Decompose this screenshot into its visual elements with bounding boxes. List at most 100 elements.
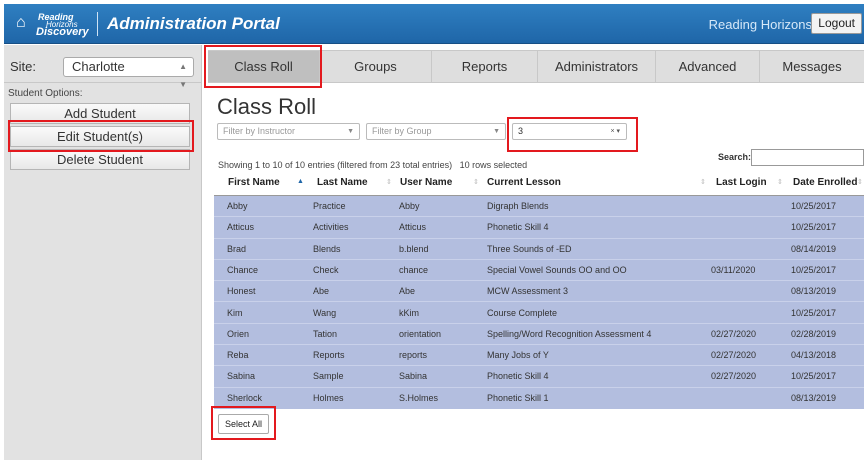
highlight-select-all-button: [211, 406, 276, 440]
tab-groups[interactable]: Groups: [320, 51, 432, 82]
cell-date-enrolled: 10/25/2017: [791, 371, 837, 382]
app-header: ⌂ Reading Horizons Discovery Administrat…: [4, 4, 864, 44]
logo-text-discovery: Discovery: [36, 26, 89, 38]
cell-last-login: 02/27/2020: [711, 371, 757, 382]
cell-date-enrolled: 04/13/2018: [791, 350, 837, 361]
col-last-name[interactable]: Last Name: [317, 177, 368, 188]
cell-current-lesson: Three Sounds of -ED: [487, 243, 572, 254]
cell-user-name: b.blend: [399, 243, 429, 254]
cell-current-lesson: Spelling/Word Recognition Assessment 4: [487, 328, 652, 339]
table-header: First Name ▲ Last Name ⇕ User Name ⇕ Cur…: [214, 171, 864, 196]
tab-administrators[interactable]: Administrators: [538, 51, 656, 82]
cell-last-login: 03/11/2020: [711, 264, 756, 275]
sort-icon: ⇕: [700, 179, 706, 186]
cell-first-name: Sabina: [227, 371, 256, 382]
cell-user-name: reports: [399, 350, 428, 361]
header-divider: [97, 12, 98, 36]
chevron-down-icon: ▲ ▼: [179, 62, 187, 89]
site-select-value: Charlotte: [72, 59, 125, 74]
highlight-level-filter: [507, 117, 638, 152]
cell-last-name: Blends: [313, 243, 341, 254]
table-row[interactable]: Kim Wang kKim Course Complete 10/25/2017: [214, 303, 864, 324]
search-label: Search:: [718, 152, 752, 162]
cell-last-name: Holmes: [313, 392, 344, 403]
site-select[interactable]: Charlotte ▲ ▼: [63, 57, 194, 89]
table-row[interactable]: Sherlock Holmes S.Holmes Phonetic Skill …: [214, 388, 864, 409]
sort-asc-icon: ▲: [297, 178, 304, 185]
cell-user-name: chance: [399, 264, 429, 275]
table-row[interactable]: Atticus Activities Atticus Phonetic Skil…: [214, 217, 864, 239]
cell-date-enrolled: 08/13/2019: [791, 286, 837, 297]
col-last-login[interactable]: Last Login: [716, 177, 767, 188]
cell-date-enrolled: 10/25/2017: [791, 264, 837, 275]
house-icon: ⌂: [16, 14, 26, 31]
cell-current-lesson: MCW Assessment 3: [487, 286, 569, 297]
cell-first-name: Orien: [227, 328, 250, 339]
page-title: Class Roll: [217, 94, 317, 119]
cell-last-login: 02/27/2020: [711, 350, 757, 361]
chevron-down-icon: ▼: [493, 128, 500, 135]
table-row[interactable]: Honest Abe Abe MCW Assessment 3 08/13/20…: [214, 281, 864, 303]
cell-last-name: Wang: [313, 307, 337, 318]
cell-current-lesson: Special Vowel Sounds OO and OO: [487, 264, 627, 275]
table-row[interactable]: Sabina Sample Sabina Phonetic Skill 4 02…: [214, 366, 864, 388]
cell-user-name: Abe: [399, 286, 416, 297]
cell-last-login: 02/27/2020: [711, 328, 757, 339]
portal-title: Administration Portal: [107, 14, 280, 33]
chevron-down-icon: ▼: [347, 128, 354, 135]
cell-current-lesson: Many Jobs of Y: [487, 350, 549, 361]
cell-date-enrolled: 10/25/2017: [791, 222, 837, 233]
search-input[interactable]: [751, 149, 864, 166]
cell-date-enrolled: 08/13/2019: [791, 392, 837, 403]
col-date-enrolled[interactable]: Date Enrolled: [793, 177, 857, 188]
table-row[interactable]: Reba Reports reports Many Jobs of Y 02/2…: [214, 345, 864, 367]
cell-first-name: Chance: [227, 264, 259, 275]
highlight-edit-students-button: [8, 120, 194, 152]
rows-selected-text: 10 rows selected: [459, 160, 528, 170]
col-current-lesson[interactable]: Current Lesson: [487, 177, 561, 188]
cell-current-lesson: Phonetic Skill 4: [487, 371, 549, 382]
col-user-name[interactable]: User Name: [400, 177, 452, 188]
cell-user-name: Abby: [399, 201, 420, 211]
reading-horizons-logo[interactable]: ⌂ Reading Horizons Discovery: [16, 11, 89, 38]
entries-info: Showing 1 to 10 of 10 entries (filtered …: [218, 160, 527, 170]
sort-icon: ⇕: [386, 179, 392, 186]
cell-date-enrolled: 02/28/2019: [791, 328, 837, 339]
cell-last-name: Practice: [313, 201, 346, 211]
cell-user-name: kKim: [399, 307, 419, 318]
filter-group-placeholder: Filter by Group: [372, 126, 432, 136]
filter-by-instructor-select[interactable]: Filter by Instructor ▼: [217, 123, 360, 140]
cell-date-enrolled: 10/25/2017: [791, 201, 837, 211]
cell-first-name: Honest: [227, 286, 256, 297]
col-first-name[interactable]: First Name: [228, 177, 280, 188]
cell-last-name: Check: [313, 264, 339, 275]
delete-student-button[interactable]: Delete Student: [10, 149, 190, 170]
cell-current-lesson: Phonetic Skill 1: [487, 392, 549, 403]
cell-last-name: Activities: [313, 222, 349, 233]
table-row[interactable]: Chance Check chance Special Vowel Sounds…: [214, 260, 864, 282]
cell-last-name: Sample: [313, 371, 344, 382]
cell-first-name: Abby: [227, 201, 248, 211]
tab-messages[interactable]: Messages: [760, 51, 864, 82]
cell-first-name: Kim: [227, 307, 243, 318]
tab-reports[interactable]: Reports: [432, 51, 538, 82]
cell-first-name: Atticus: [227, 222, 255, 233]
site-label: Site:: [10, 59, 37, 74]
tab-advanced[interactable]: Advanced: [656, 51, 760, 82]
cell-last-name: Tation: [313, 328, 338, 339]
cell-user-name: orientation: [399, 328, 442, 339]
logout-button[interactable]: Logout: [811, 13, 862, 34]
filter-by-group-select[interactable]: Filter by Group ▼: [366, 123, 506, 140]
sort-icon: ⇕: [473, 179, 479, 186]
cell-first-name: Sherlock: [227, 392, 263, 403]
site-selector-row: Site: Charlotte ▲ ▼: [4, 49, 202, 89]
table-row[interactable]: Brad Blends b.blend Three Sounds of -ED …: [214, 239, 864, 260]
table-row[interactable]: Orien Tation orientation Spelling/Word R…: [214, 324, 864, 346]
user-name[interactable]: Reading Horizons: [709, 17, 812, 32]
entries-count-text: Showing 1 to 10 of 10 entries (filtered …: [218, 160, 453, 170]
cell-date-enrolled: 08/14/2019: [791, 243, 837, 254]
table-row[interactable]: Abby Practice Abby Digraph Blends 10/25/…: [214, 196, 864, 218]
cell-user-name: Sabina: [399, 371, 428, 382]
cell-user-name: S.Holmes: [399, 392, 439, 403]
cell-current-lesson: Phonetic Skill 4: [487, 222, 549, 233]
